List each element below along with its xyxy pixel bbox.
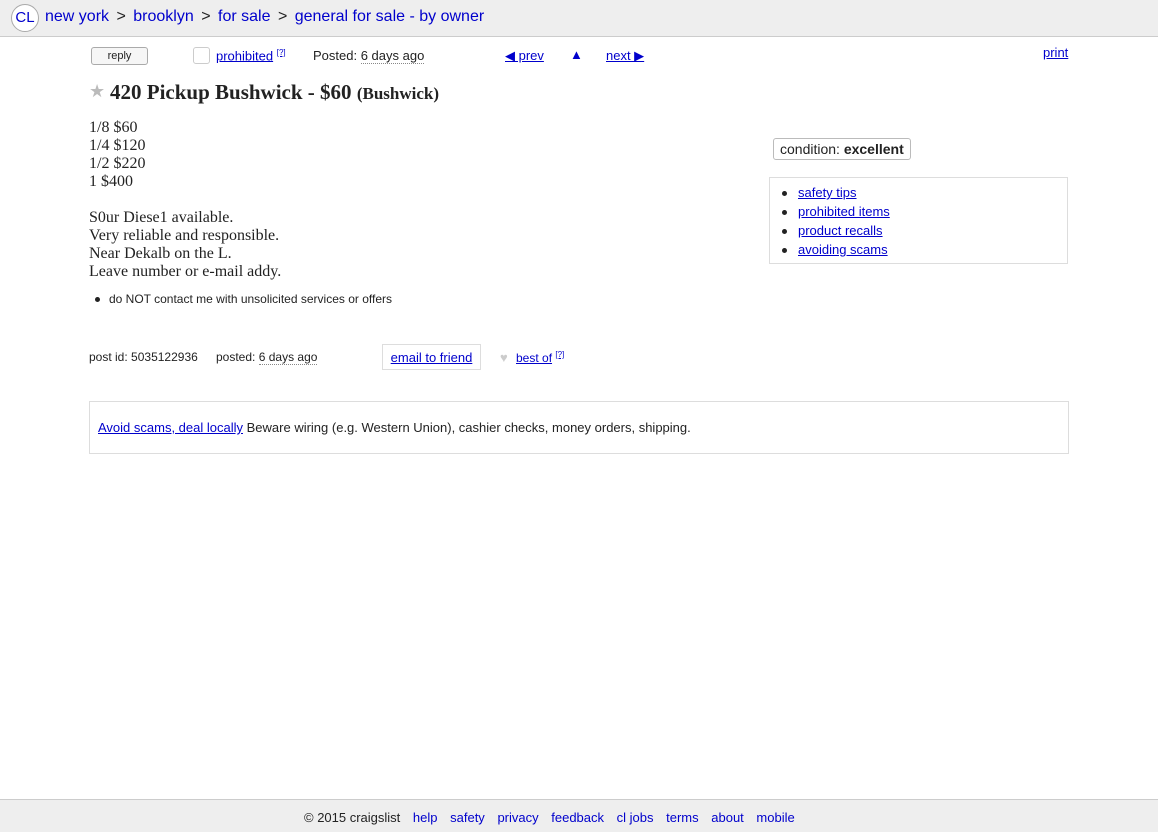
contact-notice-text: do NOT contact me with unsolicited servi…	[109, 292, 393, 306]
star-icon[interactable]: ★	[89, 82, 105, 100]
bullet-icon	[782, 229, 787, 234]
flag-checkbox[interactable]	[193, 47, 210, 64]
footer-help-link[interactable]: help	[413, 810, 438, 825]
best-of: best of [?]	[516, 350, 564, 365]
condition-value: excellent	[843, 141, 904, 157]
bullet-icon	[782, 191, 787, 196]
breadcrumb-new-york[interactable]: new york	[45, 8, 109, 25]
copyright: © 2015 craigslist	[304, 810, 401, 825]
post-date: posted: 6 days ago	[216, 350, 318, 365]
footer: © 2015 craigslist help safety privacy fe…	[0, 799, 1158, 832]
condition-attribute: condition: excellent	[773, 138, 911, 160]
body-line: 1/2 $220	[89, 155, 146, 172]
body-line: Very reliable and responsible.	[89, 227, 280, 244]
breadcrumb-for-sale[interactable]: for sale	[218, 8, 270, 25]
safety-item: avoiding scams	[782, 242, 888, 257]
avoid-scams-link[interactable]: Avoid scams, deal locally	[98, 420, 243, 435]
help-link[interactable]: [?]	[277, 48, 286, 57]
top-bar: CL new york > brooklyn > for sale > gene…	[0, 0, 1158, 37]
safety-item: safety tips	[782, 185, 857, 200]
bullet-icon	[782, 248, 787, 253]
breadcrumb-separator: >	[116, 8, 126, 25]
breadcrumb-separator: >	[201, 8, 211, 25]
footer-cl-jobs-link[interactable]: cl jobs	[617, 810, 654, 825]
prev-link[interactable]: ◀ prev	[505, 48, 544, 64]
scam-warning: Avoid scams, deal locally Beware wiring …	[98, 420, 691, 435]
footer-links: © 2015 craigslist help safety privacy fe…	[304, 810, 795, 825]
footer-privacy-link[interactable]: privacy	[497, 810, 538, 825]
posting-title-text: 420 Pickup Bushwick - $60	[110, 80, 352, 104]
up-link[interactable]: ▲	[570, 47, 583, 62]
posting-title: 420 Pickup Bushwick - $60 (Bushwick)	[110, 80, 439, 105]
best-of-link[interactable]: best of	[516, 351, 552, 365]
scam-warning-text: Beware wiring (e.g. Western Union), cash…	[246, 420, 691, 435]
footer-terms-link[interactable]: terms	[666, 810, 699, 825]
safety-links-box: safety tips prohibited items product rec…	[769, 177, 1068, 264]
body-line: 1/4 $120	[89, 137, 146, 154]
contact-notice: do NOT contact me with unsolicited servi…	[95, 292, 392, 306]
post-date-label: posted:	[216, 350, 256, 364]
breadcrumb-separator: >	[277, 8, 288, 25]
body-line: 1 $400	[89, 173, 133, 190]
product-recalls-link[interactable]: product recalls	[798, 223, 883, 238]
breadcrumb: new york > brooklyn > for sale > general…	[45, 8, 484, 26]
bullet-icon	[782, 210, 787, 215]
avoiding-scams-link[interactable]: avoiding scams	[798, 242, 888, 257]
safety-item: product recalls	[782, 223, 883, 238]
body-line: Leave number or e-mail addy.	[89, 263, 282, 280]
post-id: post id: 5035122936	[89, 350, 198, 364]
footer-feedback-link[interactable]: feedback	[551, 810, 604, 825]
breadcrumb-brooklyn[interactable]: brooklyn	[133, 8, 193, 25]
prohibited-flag: prohibited [?]	[216, 48, 286, 63]
condition-label: condition:	[780, 141, 840, 157]
body-line: Near Dekalb on the L.	[89, 245, 232, 262]
email-to-friend-box: email to friend	[382, 344, 481, 370]
posting-location: (Bushwick)	[356, 84, 439, 103]
heart-icon[interactable]: ♥	[500, 350, 508, 365]
prohibited-link[interactable]: prohibited	[216, 48, 273, 63]
post-id-value: 5035122936	[131, 350, 198, 364]
help-link[interactable]: [?]	[555, 350, 564, 359]
posted-value: 6 days ago	[360, 48, 425, 64]
bullet-icon	[95, 297, 100, 303]
post-id-label: post id:	[89, 350, 128, 364]
posted-date: Posted: 6 days ago	[313, 48, 425, 64]
craigslist-logo[interactable]: CL	[11, 4, 39, 32]
reply-button[interactable]: reply	[91, 47, 148, 65]
footer-mobile-link[interactable]: mobile	[756, 810, 794, 825]
safety-tips-link[interactable]: safety tips	[798, 185, 857, 200]
posted-label: Posted:	[313, 48, 358, 63]
prohibited-items-link[interactable]: prohibited items	[798, 204, 890, 219]
footer-about-link[interactable]: about	[711, 810, 744, 825]
post-date-value: 6 days ago	[258, 350, 318, 365]
next-link[interactable]: next ▶	[606, 48, 644, 64]
body-line: S0ur Diese1 available.	[89, 209, 234, 226]
safety-item: prohibited items	[782, 204, 890, 219]
print-link[interactable]: print	[1043, 45, 1068, 60]
email-to-friend-link[interactable]: email to friend	[391, 350, 473, 365]
footer-safety-link[interactable]: safety	[450, 810, 485, 825]
scam-warning-box: Avoid scams, deal locally Beware wiring …	[89, 401, 1069, 454]
body-line: 1/8 $60	[89, 119, 138, 136]
breadcrumb-general-for-sale[interactable]: general for sale - by owner	[295, 8, 484, 25]
